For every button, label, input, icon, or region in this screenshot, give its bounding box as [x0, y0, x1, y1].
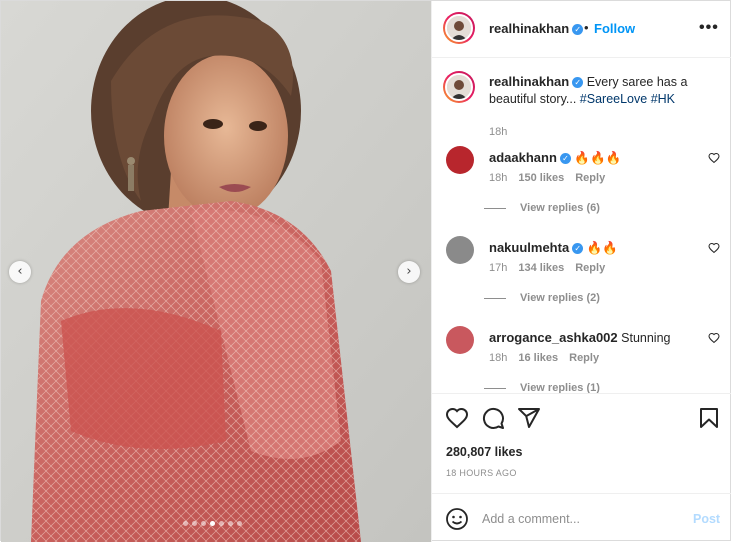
avatar-image: [447, 75, 471, 99]
carousel-dot: [228, 521, 233, 526]
commenter-avatar[interactable]: [446, 236, 474, 264]
view-replies-label: View replies (2): [520, 292, 600, 304]
carousel-indicator: [183, 521, 242, 526]
carousel-prev-button[interactable]: ‹: [9, 261, 31, 283]
comment-text: Stunning: [621, 331, 671, 345]
caption-time: 18h: [489, 126, 508, 138]
comment-body: arrogance_ashka002 Stunning: [489, 330, 671, 345]
replies-divider: [484, 207, 506, 209]
verified-badge-icon: ✓: [572, 24, 584, 36]
view-replies-label: View replies (1): [520, 382, 600, 393]
replies-divider: [484, 297, 506, 299]
comment-meta: 18h 16 likes Reply: [489, 352, 599, 364]
avatar-image: [447, 16, 471, 40]
comment-meta: 17h 134 likes Reply: [489, 262, 605, 274]
hashtag-link[interactable]: #HK: [651, 92, 675, 106]
bookmark-icon[interactable]: [697, 406, 721, 430]
author-avatar[interactable]: [443, 12, 475, 44]
post-actions: 280,807 likes 18 HOURS AGO: [432, 393, 731, 493]
caption-username[interactable]: realhinakhan: [489, 74, 569, 89]
post-timestamp: 18 HOURS AGO: [446, 468, 517, 478]
replies-divider: [484, 387, 506, 389]
verified-badge-icon: ✓: [572, 243, 584, 255]
verified-badge-icon: ✓: [572, 77, 584, 89]
commenter-username[interactable]: adaakhann: [489, 150, 557, 165]
post-photo: [1, 1, 431, 542]
comment-likes[interactable]: 16 likes: [518, 352, 558, 364]
comment-meta: 18h 150 likes Reply: [489, 172, 605, 184]
comment-like-heart-icon[interactable]: [708, 242, 720, 254]
commenter-username[interactable]: nakuulmehta: [489, 240, 569, 255]
more-options-icon[interactable]: •••: [699, 19, 719, 37]
verified-badge-icon: ✓: [559, 153, 571, 165]
comment-likes[interactable]: 150 likes: [518, 172, 564, 184]
post-header: realhinakhan ✓ • Follow •••: [432, 1, 731, 58]
author-username-text: realhinakhan: [489, 21, 570, 36]
comment-likes[interactable]: 134 likes: [518, 262, 564, 274]
commenter-avatar[interactable]: [446, 146, 474, 174]
caption-avatar[interactable]: [443, 71, 475, 103]
add-comment-input[interactable]: [482, 509, 682, 529]
view-replies-label: View replies (6): [520, 202, 600, 214]
post-media[interactable]: ‹ ›: [1, 1, 431, 542]
add-comment-bar: Post: [432, 493, 731, 542]
hashtag-link[interactable]: #SareeLove: [580, 92, 647, 106]
carousel-dot: [210, 521, 215, 526]
carousel-dot: [183, 521, 188, 526]
chevron-left-icon: ‹: [17, 264, 23, 279]
comment-body: nakuulmehta ✓ 🔥🔥: [489, 240, 618, 256]
view-replies-button[interactable]: View replies (1): [484, 382, 600, 393]
carousel-dot: [219, 521, 224, 526]
reply-button[interactable]: Reply: [575, 172, 605, 184]
follow-button[interactable]: Follow: [594, 21, 635, 36]
carousel-dot: [201, 521, 206, 526]
post-comment-button[interactable]: Post: [693, 512, 720, 526]
comment-body: adaakhann ✓ 🔥🔥🔥: [489, 150, 621, 166]
instagram-post: ‹ › realhinakhan ✓ • Follow ••• realhina…: [0, 0, 731, 542]
comment-text: 🔥🔥: [586, 241, 618, 255]
carousel-dot: [237, 521, 242, 526]
reply-button[interactable]: Reply: [575, 262, 605, 274]
comment-icon[interactable]: [481, 406, 505, 430]
heart-icon[interactable]: [445, 406, 469, 430]
comment-time: 18h: [489, 352, 508, 364]
share-icon[interactable]: [517, 406, 541, 430]
view-replies-button[interactable]: View replies (6): [484, 202, 600, 214]
commenter-avatar[interactable]: [446, 326, 474, 354]
emoji-icon[interactable]: [445, 507, 469, 531]
comment-time: 17h: [489, 262, 508, 274]
comment-like-heart-icon[interactable]: [708, 152, 720, 164]
reply-button[interactable]: Reply: [569, 352, 599, 364]
carousel-next-button[interactable]: ›: [398, 261, 420, 283]
commenter-username[interactable]: arrogance_ashka002: [489, 330, 618, 345]
likes-count[interactable]: 280,807 likes: [446, 445, 522, 459]
chevron-right-icon: ›: [406, 264, 412, 279]
comment-time: 18h: [489, 172, 508, 184]
carousel-dot: [192, 521, 197, 526]
comment-like-heart-icon[interactable]: [708, 332, 720, 344]
caption-text: realhinakhan ✓ Every saree has a beautifu…: [489, 73, 709, 108]
view-replies-button[interactable]: View replies (2): [484, 292, 600, 304]
comments-section[interactable]: realhinakhan ✓ Every saree has a beautifu…: [432, 58, 731, 393]
post-side-panel: realhinakhan ✓ • Follow ••• realhinakhan ✓…: [431, 1, 731, 542]
header-separator: •: [584, 20, 589, 35]
author-username[interactable]: realhinakhan ✓: [489, 21, 584, 36]
comment-text: 🔥🔥🔥: [574, 151, 622, 165]
